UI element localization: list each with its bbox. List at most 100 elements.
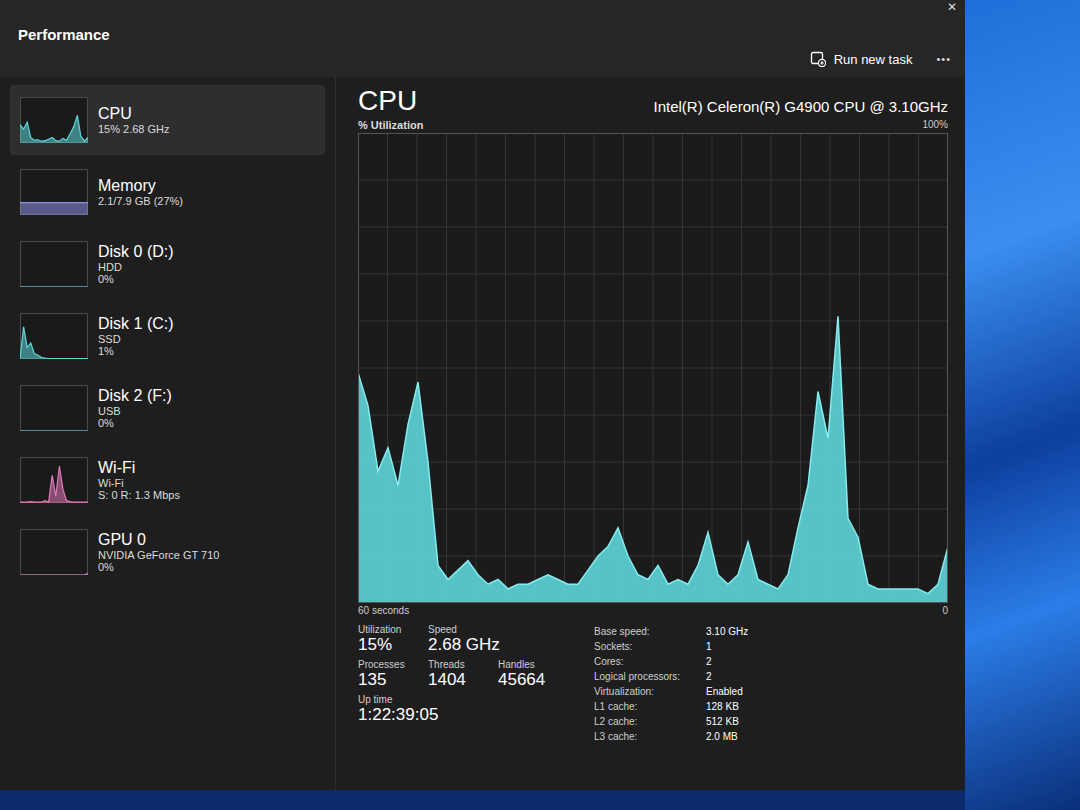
sidebar-item[interactable]: GPU 0NVIDIA GeForce GT 7100%: [10, 517, 325, 587]
sidebar-item-detail: S: 0 R: 1.3 Mbps: [98, 489, 180, 501]
detail-value: 128 KB: [706, 699, 748, 714]
sidebar-item-text: Wi-FiWi-FiS: 0 R: 1.3 Mbps: [98, 459, 180, 501]
stat-label: Handles: [498, 659, 554, 670]
content: CPU15% 2.68 GHzMemory2.1/7.9 GB (27%)Dis…: [0, 77, 965, 790]
stat: Up time1:22:39:05: [358, 694, 438, 725]
detail-value: 3.10 GHz: [706, 624, 748, 639]
sidebar-item-name: CPU: [98, 105, 170, 123]
main-title: CPU: [358, 85, 417, 117]
detail-label: Sockets:: [594, 639, 702, 654]
sidebar-item-name: Disk 0 (D:): [98, 243, 174, 261]
sidebar-item-text: Disk 1 (C:)SSD1%: [98, 315, 174, 357]
stat-block: Utilization15% Speed2.68 GHz Processes135 T…: [358, 624, 554, 744]
title-bar: ✕: [0, 0, 965, 14]
stat-row: Processes135 Threads1404 Handles45664: [358, 659, 554, 690]
mini-graph: [20, 241, 88, 287]
stat-row: Up time1:22:39:05: [358, 694, 554, 725]
y-axis-label: % Utilization: [358, 119, 423, 131]
sidebar-item-detail: NVIDIA GeForce GT 710: [98, 549, 219, 561]
mini-graph: [20, 169, 88, 215]
sidebar-item-text: GPU 0NVIDIA GeForce GT 7100%: [98, 531, 219, 573]
sidebar-item-detail: HDD: [98, 261, 174, 273]
sidebar-item[interactable]: Disk 0 (D:)HDD0%: [10, 229, 325, 299]
axis-bottom: 60 seconds 0: [358, 603, 948, 618]
sidebar-item[interactable]: Memory2.1/7.9 GB (27%): [10, 157, 325, 227]
sidebar: CPU15% 2.68 GHz Memory2.1/7.9 GB (27%) Dis…: [0, 77, 336, 790]
sidebar-item-detail: 0%: [98, 417, 172, 429]
stat-label: Speed: [428, 624, 500, 635]
stat-row: Utilization15% Speed2.68 GHz: [358, 624, 554, 655]
stat-value: 15%: [358, 635, 414, 655]
header: Performance Run new task •••: [0, 14, 965, 77]
sidebar-item[interactable]: Disk 2 (F:)USB0%: [10, 373, 325, 443]
sidebar-item-detail: 1%: [98, 345, 174, 357]
detail-label: L3 cache:: [594, 729, 702, 744]
sidebar-item-detail: 2.1/7.9 GB (27%): [98, 195, 183, 207]
desktop: ✕PerformanceRun new task•••CPU15% 2.68 G…: [0, 0, 1080, 810]
main-header: CPU Intel(R) Celeron(R) G4900 CPU @ 3.10G…: [358, 85, 948, 117]
mini-graph: [20, 385, 88, 431]
details: Base speed: 3.10 GHz Sockets: 1 Cores: 2 Logic…: [594, 624, 748, 744]
sidebar-item[interactable]: CPU15% 2.68 GHz: [10, 85, 325, 155]
sidebar-item[interactable]: Disk 1 (C:)SSD1%: [10, 301, 325, 371]
sidebar-item-name: Disk 2 (F:): [98, 387, 172, 405]
x-start-label: 60 seconds: [358, 605, 409, 616]
sidebar-item-detail: Wi-Fi: [98, 477, 180, 489]
stat-label: Processes: [358, 659, 414, 670]
detail-label: Virtualization:: [594, 684, 702, 699]
detail-label: Cores:: [594, 654, 702, 669]
detail-label: Base speed:: [594, 624, 702, 639]
sidebar-item-detail: 0%: [98, 273, 174, 285]
stat-label: Utilization: [358, 624, 414, 635]
stat: Processes135: [358, 659, 414, 690]
stat-label: Up time: [358, 694, 438, 705]
detail-value: 1: [706, 639, 748, 654]
detail-label: Logical processors:: [594, 669, 702, 684]
run-new-task-button[interactable]: Run new task: [804, 47, 919, 71]
mini-graph: [20, 313, 88, 359]
more-button[interactable]: •••: [936, 53, 951, 65]
sidebar-item-text: CPU15% 2.68 GHz: [98, 105, 170, 135]
detail-label: L2 cache:: [594, 714, 702, 729]
stat: Handles45664: [498, 659, 554, 690]
cpu-graph: [358, 133, 948, 603]
detail-value: 512 KB: [706, 714, 748, 729]
sidebar-item-text: Memory2.1/7.9 GB (27%): [98, 177, 183, 207]
detail-value: 2: [706, 669, 748, 684]
sidebar-item-text: Disk 2 (F:)USB0%: [98, 387, 172, 429]
detail-value: 2.0 MB: [706, 729, 748, 744]
desktop-wallpaper: [965, 0, 1080, 810]
sidebar-item[interactable]: Wi-FiWi-FiS: 0 R: 1.3 Mbps: [10, 445, 325, 515]
stat-label: Threads: [428, 659, 484, 670]
stat-value: 45664: [498, 670, 554, 690]
stat-value: 1:22:39:05: [358, 705, 438, 725]
main-panel: CPU Intel(R) Celeron(R) G4900 CPU @ 3.10G…: [336, 77, 965, 790]
stats: Utilization15% Speed2.68 GHz Processes135 T…: [358, 624, 947, 744]
close-button[interactable]: ✕: [947, 0, 957, 14]
mini-graph: [20, 457, 88, 503]
axis-top: % Utilization 100%: [358, 117, 948, 133]
mini-graph: [20, 529, 88, 575]
stat-value: 2.68 GHz: [428, 635, 500, 655]
stat-value: 1404: [428, 670, 484, 690]
detail-value: Enabled: [706, 684, 748, 699]
toolbar: Run new task •••: [18, 47, 951, 71]
page-title: Performance: [18, 26, 951, 43]
stat: Utilization15%: [358, 624, 414, 655]
task-manager-window: ✕PerformanceRun new task•••CPU15% 2.68 G…: [0, 0, 965, 790]
sidebar-item-name: Wi-Fi: [98, 459, 180, 477]
sidebar-item-detail: SSD: [98, 333, 174, 345]
cpu-series: [358, 316, 948, 603]
sidebar-item-detail: USB: [98, 405, 172, 417]
detail-value: 2: [706, 654, 748, 669]
device-name: Intel(R) Celeron(R) G4900 CPU @ 3.10GHz: [654, 98, 949, 117]
stat: Speed2.68 GHz: [428, 624, 500, 655]
detail-label: L1 cache:: [594, 699, 702, 714]
sidebar-item-name: Disk 1 (C:): [98, 315, 174, 333]
stat: Threads1404: [428, 659, 484, 690]
y-max-label: 100%: [922, 119, 948, 131]
mini-graph: [20, 97, 88, 143]
run-task-icon: [810, 51, 826, 67]
sidebar-item-name: GPU 0: [98, 531, 219, 549]
x-end-label: 0: [942, 605, 948, 616]
